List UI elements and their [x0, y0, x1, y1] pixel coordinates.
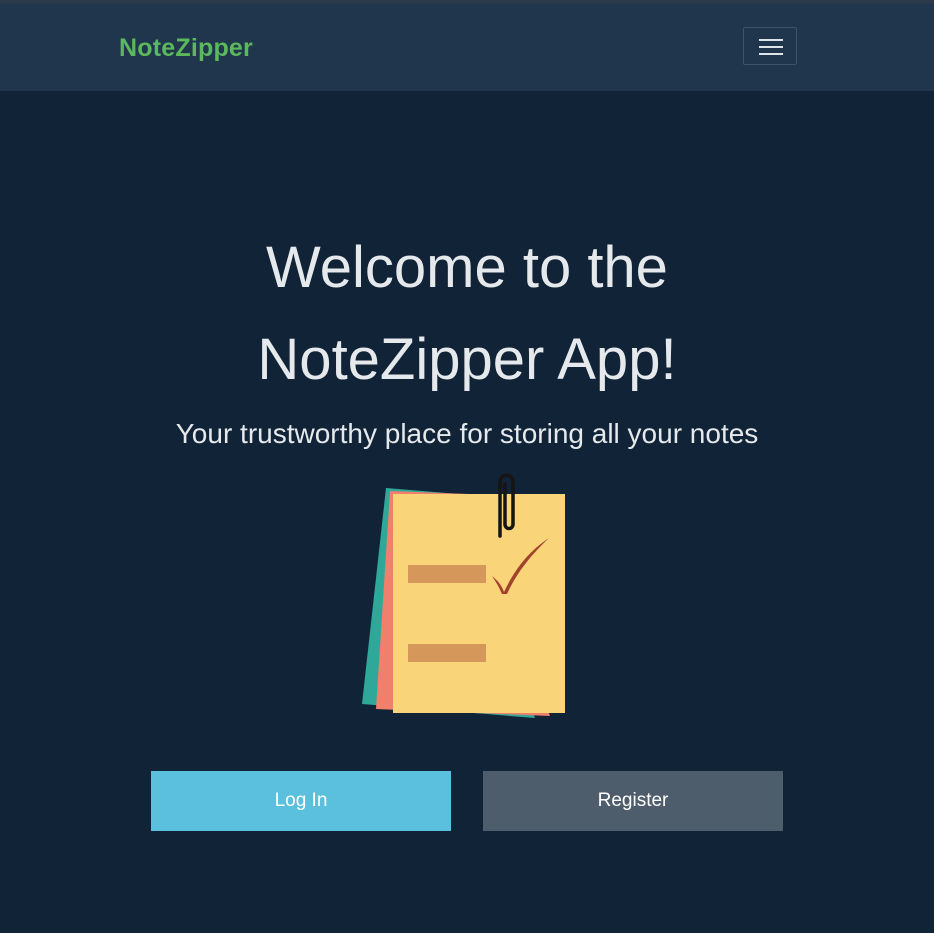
- title-line-1: Welcome to the: [266, 235, 668, 300]
- brand-logo-link[interactable]: NoteZipper: [119, 32, 253, 64]
- login-button[interactable]: Log In: [151, 771, 451, 831]
- title-line-2: NoteZipper App!: [257, 327, 677, 392]
- register-button[interactable]: Register: [483, 771, 783, 831]
- page-subtitle: Your trustworthy place for storing all y…: [175, 418, 759, 449]
- navbar: NoteZipper: [0, 4, 934, 91]
- sticky-notes-checklist-icon: [355, 466, 575, 726]
- page-title: Welcome to the NoteZipper App!: [0, 222, 934, 406]
- navbar-toggle-button[interactable]: [743, 27, 797, 65]
